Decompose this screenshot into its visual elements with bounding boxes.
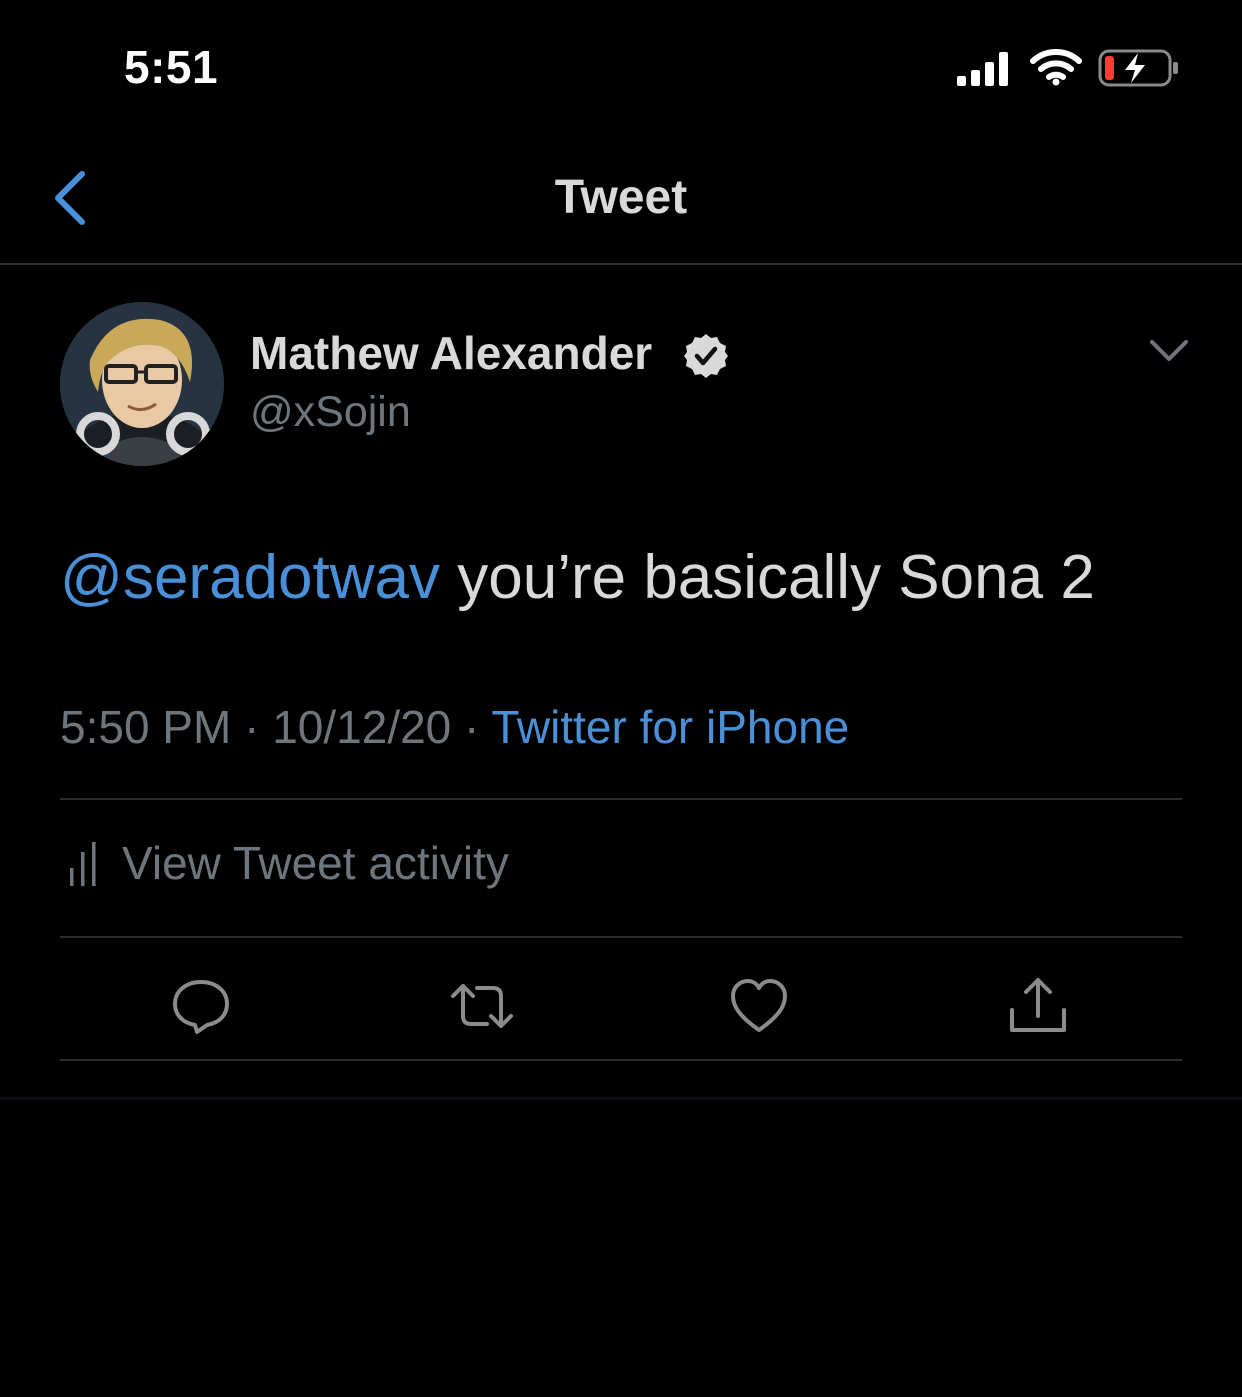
nav-divider [0, 263, 1242, 265]
divider [60, 936, 1182, 938]
view-tweet-activity-link[interactable]: View Tweet activity [122, 836, 509, 890]
wifi-icon [1030, 49, 1082, 86]
verified-badge-icon [684, 334, 728, 378]
tweet-meta: 5:50 PM · 10/12/20 · Twitter for iPhone [60, 700, 849, 754]
battery-charging-icon [1098, 49, 1178, 87]
reply-icon[interactable] [171, 976, 231, 1036]
tweet-text: @seradotwav you’re basically Sona 2 [60, 542, 1095, 613]
status-bar-time: 5:51 [124, 41, 219, 93]
meta-separator: · [231, 701, 273, 753]
tweet-date: 10/12/20 [272, 701, 452, 753]
section-divider [0, 1097, 1242, 1100]
page-title: Tweet [554, 171, 688, 224]
heart-icon[interactable] [729, 976, 789, 1036]
tweet-menu-button[interactable] [1148, 336, 1190, 366]
cellular-signal-icon [957, 52, 1008, 86]
divider [60, 798, 1182, 800]
bar-chart-icon [70, 842, 96, 886]
mention-link[interactable]: @seradotwav [60, 543, 440, 612]
tweet-time: 5:50 PM [60, 701, 232, 753]
tweet-source-link[interactable]: Twitter for iPhone [491, 701, 849, 753]
divider [60, 1059, 1182, 1061]
tweet-body: you’re basically Sona 2 [440, 543, 1095, 612]
meta-separator: · [451, 701, 492, 753]
avatar-image [60, 302, 224, 466]
share-icon[interactable] [1008, 976, 1068, 1036]
author-name[interactable]: Mathew Alexander [250, 326, 652, 380]
avatar[interactable] [60, 302, 224, 466]
author-handle: @xSojin [250, 388, 411, 436]
retweet-icon[interactable] [449, 976, 515, 1036]
